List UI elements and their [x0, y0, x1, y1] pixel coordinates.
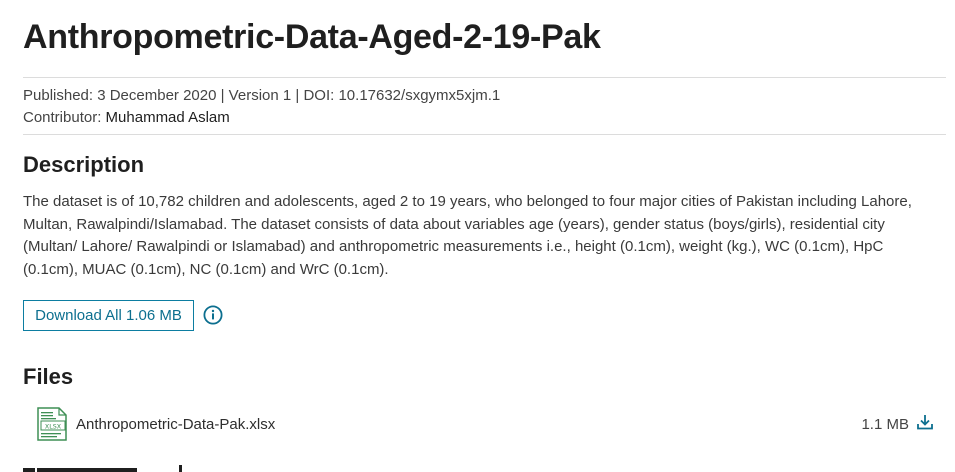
contributor-label: Contributor: [23, 109, 102, 126]
dataset-meta: Published: 3 December 2020 | Version 1 |… [23, 85, 500, 129]
files-heading: Files [23, 364, 74, 389]
divider [23, 134, 946, 135]
file-row[interactable]: XLSX Anthropometric-Data-Pak.xlsx 1.1 MB [37, 407, 946, 443]
dataset-title: Anthropometric-Data-Aged-2-19-Pak [23, 18, 601, 56]
cropped-heading-fragment [23, 465, 182, 472]
contributor-line: Contributor: Muhammad Aslam [23, 107, 500, 129]
info-icon[interactable] [203, 305, 223, 325]
description-text: The dataset is of 10,782 children and ad… [23, 193, 912, 278]
xlsx-file-icon: XLSX [37, 407, 67, 441]
next-section-heading-partial [23, 458, 223, 472]
download-all-button[interactable]: Download All 1.06 MB [23, 300, 194, 331]
download-icon[interactable] [916, 413, 934, 431]
file-size: 1.1 MB [861, 416, 909, 433]
file-name[interactable]: Anthropometric-Data-Pak.xlsx [76, 416, 275, 433]
xlsx-icon-label: XLSX [45, 423, 62, 430]
description-heading: Description [23, 152, 145, 177]
publication-info: Published: 3 December 2020 | Version 1 |… [23, 87, 501, 104]
contributor-name[interactable]: Muhammad Aslam [106, 109, 230, 126]
divider [23, 77, 946, 78]
